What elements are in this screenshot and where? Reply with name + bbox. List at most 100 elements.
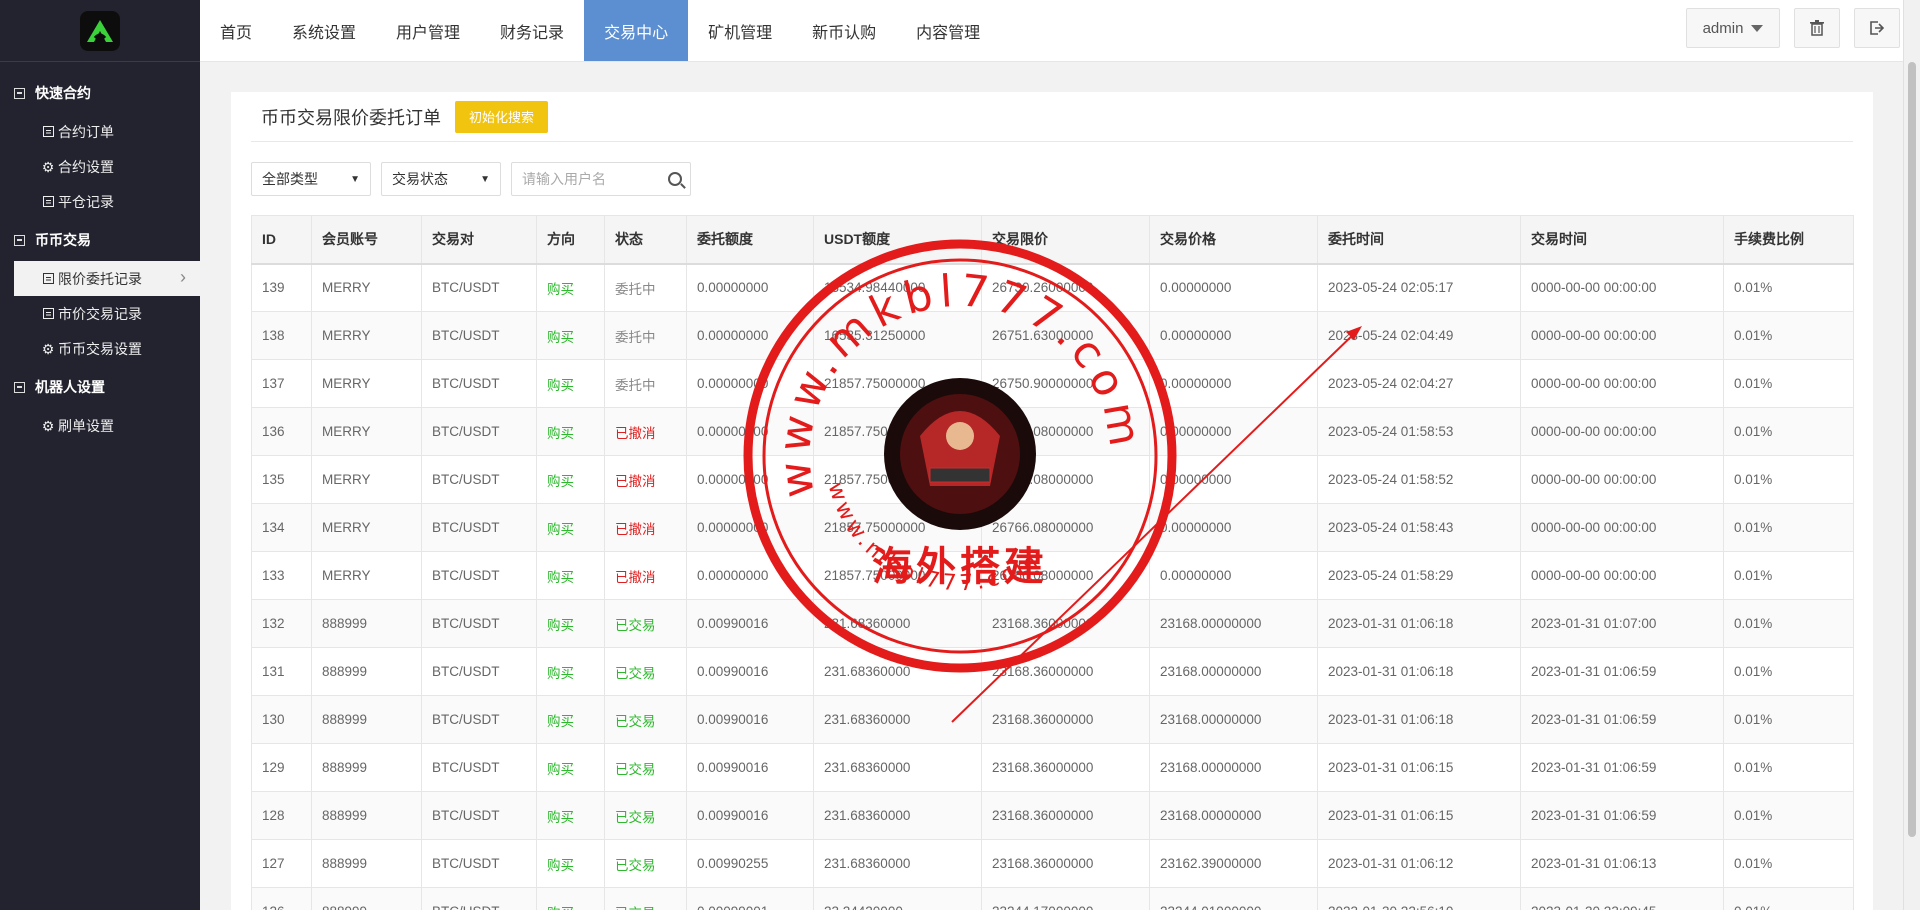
table-cell: MERRY: [311, 503, 422, 552]
sidebar-item[interactable]: 限价委托记录 ›: [14, 261, 200, 296]
table-cell: 2023-01-30 23:09:45: [1520, 887, 1724, 910]
nav-tab[interactable]: 交易中心: [584, 0, 689, 61]
table-cell: 0.00000000: [1149, 263, 1318, 312]
table-cell: 购买: [536, 551, 605, 600]
column-header: 交易限价: [981, 215, 1150, 265]
app-logo[interactable]: [80, 10, 120, 51]
table-cell: 已交易: [604, 647, 687, 696]
nav-tab[interactable]: 矿机管理: [688, 0, 792, 61]
table-cell: 委托中: [604, 263, 687, 312]
table-cell: 127: [251, 839, 312, 888]
table-cell: 23244.17000000: [981, 887, 1150, 910]
page-scrollbar[interactable]: [1903, 0, 1920, 910]
table-cell: 132: [251, 599, 312, 648]
column-header: 委托额度: [686, 215, 814, 265]
table-cell: 13534.98440000: [813, 263, 982, 312]
orders-panel: 币币交易限价委托订单 初始化搜索 全部类型 ▼ 交易状态 ▼ ID会员账号交易对…: [231, 92, 1873, 910]
table-cell: 231.68360000: [813, 599, 982, 648]
table-row: 134 MERRY BTC/USDT 购买 已撤消 0.00000000 21857.750…: [251, 503, 1854, 552]
logout-button[interactable]: [1854, 8, 1900, 48]
nav-tab[interactable]: 首页: [200, 0, 272, 61]
table-cell: 0000-00-00 00:00:00: [1520, 455, 1724, 504]
scrollbar-thumb[interactable]: [1908, 62, 1916, 837]
table-cell: 购买: [536, 743, 605, 792]
nav-tab[interactable]: 用户管理: [376, 0, 480, 61]
table-cell: 0000-00-00 00:00:00: [1520, 263, 1724, 312]
table-cell: 0.00000000: [686, 455, 814, 504]
status-select-value: 交易状态: [392, 171, 448, 187]
table-body: 139 MERRY BTC/USDT 购买 委托中 0.00000000 13534.984…: [251, 263, 1854, 910]
sidebar-item[interactable]: ⚙ 合约设置: [0, 149, 200, 184]
table-cell: 0.00990016: [686, 743, 814, 792]
table-cell: 0.01%: [1723, 695, 1854, 744]
table-cell: MERRY: [311, 407, 422, 456]
table-cell: 已交易: [604, 887, 687, 910]
sidebar-item[interactable]: 市价交易记录: [0, 296, 200, 331]
nav-tab[interactable]: 新币认购: [792, 0, 896, 61]
clear-cache-button[interactable]: [1794, 8, 1840, 48]
table-cell: 128: [251, 791, 312, 840]
sidebar-item[interactable]: ⚙ 币币交易设置: [0, 331, 200, 366]
column-header: 手续费比例: [1723, 215, 1854, 265]
table-cell: 2023-01-31 01:06:18: [1317, 647, 1521, 696]
table-cell: 130: [251, 695, 312, 744]
username-search-input[interactable]: [522, 171, 668, 187]
table-cell: 0.01%: [1723, 311, 1854, 360]
sidebar-group-title[interactable]: 快速合约: [0, 72, 200, 114]
table-row: 138 MERRY BTC/USDT 购买 委托中 0.00000000 16535.312…: [251, 311, 1854, 360]
search-icon[interactable]: [668, 172, 682, 186]
table-cell: 2023-01-31 01:06:15: [1317, 743, 1521, 792]
table-cell: 购买: [536, 311, 605, 360]
table-cell: 888999: [311, 839, 422, 888]
table-cell: 0.01%: [1723, 743, 1854, 792]
collapse-icon: [14, 381, 25, 393]
table-cell: 0.00000000: [686, 407, 814, 456]
table-cell: 购买: [536, 647, 605, 696]
sidebar-item[interactable]: 平仓记录: [0, 184, 200, 219]
sidebar-group-title[interactable]: 币币交易: [0, 219, 200, 261]
table-cell: BTC/USDT: [421, 695, 537, 744]
sidebar-group-title[interactable]: 机器人设置: [0, 366, 200, 408]
column-header: 交易价格: [1149, 215, 1318, 265]
nav-tab[interactable]: 财务记录: [480, 0, 584, 61]
type-select-value: 全部类型: [262, 171, 318, 187]
table-cell: 2023-01-31 01:06:59: [1520, 743, 1724, 792]
sidebar-item-label: 合约设置: [58, 158, 114, 175]
doc-icon: [42, 126, 54, 138]
top-navbar: 首页 系统设置 用户管理 财务记录 交易中心 矿机管理 新币认购 内容管理 admin: [200, 0, 1920, 62]
sidebar-group-label: 快速合约: [35, 85, 91, 101]
sidebar-item[interactable]: 合约订单: [0, 114, 200, 149]
table-cell: 23168.36000000: [981, 695, 1150, 744]
table-cell: 2023-05-24 01:58:52: [1317, 455, 1521, 504]
table-row: 131 888999 BTC/USDT 购买 已交易 0.00990016 231.6836…: [251, 647, 1854, 696]
admin-dropdown[interactable]: admin: [1686, 8, 1780, 48]
sidebar-item-label: 币币交易设置: [58, 340, 142, 357]
nav-tab[interactable]: 系统设置: [272, 0, 376, 61]
table-cell: 2023-01-31 01:07:00: [1520, 599, 1724, 648]
table-cell: 0.01%: [1723, 359, 1854, 408]
table-cell: 26766.08000000: [981, 455, 1150, 504]
table-cell: 已交易: [604, 599, 687, 648]
sidebar-group-label: 币币交易: [35, 232, 91, 248]
table-cell: 已交易: [604, 791, 687, 840]
table-cell: 26766.08000000: [981, 407, 1150, 456]
reset-search-button[interactable]: 初始化搜索: [455, 100, 549, 133]
collapse-icon: [14, 234, 25, 246]
sidebar-item[interactable]: ⚙ 刷单设置: [0, 408, 200, 443]
table-cell: 23168.00000000: [1149, 695, 1318, 744]
status-select[interactable]: 交易状态 ▼: [381, 162, 501, 196]
sidebar-item-label: 市价交易记录: [58, 305, 142, 322]
page-title: 币币交易限价委托订单: [261, 107, 441, 128]
table-cell: 0.01%: [1723, 887, 1854, 910]
table-row: 130 888999 BTC/USDT 购买 已交易 0.00990016 231.6836…: [251, 695, 1854, 744]
table-cell: 137: [251, 359, 312, 408]
table-row: 126888999BTC/USDT购买已交易0.0009900123.24420…: [251, 887, 1854, 910]
table-cell: 231.68360000: [813, 839, 982, 888]
nav-tab[interactable]: 内容管理: [896, 0, 1000, 61]
table-cell: 2023-01-31 01:06:59: [1520, 647, 1724, 696]
sidebar-item-label: 限价委托记录: [58, 270, 142, 287]
type-select[interactable]: 全部类型 ▼: [251, 162, 371, 196]
table-cell: 0.01%: [1723, 839, 1854, 888]
panel-header: 币币交易限价委托订单 初始化搜索: [251, 92, 1853, 142]
table-row: 133 MERRY BTC/USDT 购买 已撤消 0.00000000 21857.750…: [251, 551, 1854, 600]
